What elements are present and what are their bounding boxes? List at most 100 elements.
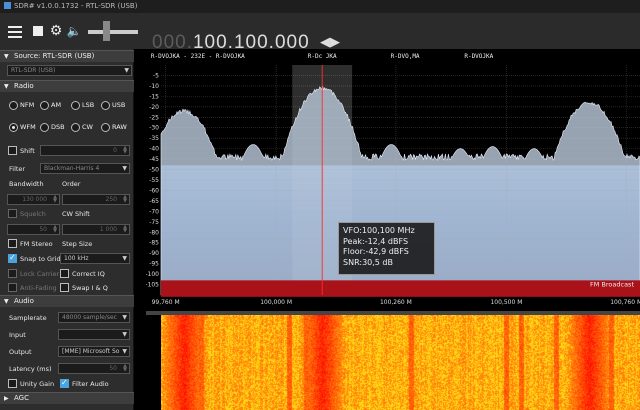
samplerate-select[interactable]: 48000 sample/sec ▼ <box>58 312 130 323</box>
spinner-icon: ▲ ▼ <box>123 145 127 155</box>
hamburger-icon[interactable] <box>7 23 23 39</box>
y-tick-label: -45 <box>149 156 159 163</box>
order-input[interactable]: 250 ▲ ▼ <box>62 194 130 205</box>
x-tick-label: 100,500 M <box>490 299 522 306</box>
bandwidth-input[interactable]: 130 000 ▲ ▼ <box>7 194 60 205</box>
spinner-icon: ▲ ▼ <box>123 224 127 234</box>
lock-carrier-label: Lock Carrier <box>20 270 60 278</box>
latency-input[interactable]: 50 ▲ ▼ <box>58 363 130 374</box>
volume-slider-thumb[interactable] <box>103 21 111 41</box>
filter-audio-label: Filter Audio <box>72 380 109 388</box>
x-tick-label: 100,760 M <box>610 299 640 306</box>
squelch-input[interactable]: 50 ▲ ▼ <box>7 224 60 235</box>
y-tick-label: -40 <box>149 146 159 153</box>
lock-carrier-checkbox[interactable] <box>8 269 17 278</box>
step-size-select[interactable]: 100 kHz ▼ <box>60 253 130 264</box>
audio-section-header[interactable]: ▼ Audio <box>0 295 134 307</box>
bandwidth-label: Bandwidth <box>9 180 44 188</box>
output-label: Output <box>9 348 32 356</box>
collapse-arrow-icon: ▼ <box>4 298 9 305</box>
y-tick-label: -55 <box>149 177 159 184</box>
y-tick-label: -65 <box>149 198 159 205</box>
x-tick-label: 100,260 M <box>380 299 412 306</box>
waterfall-display[interactable] <box>161 315 640 410</box>
mode-label-usb: USB <box>112 101 126 109</box>
volume-slider[interactable] <box>88 30 138 34</box>
y-tick-label: -105 <box>146 282 159 289</box>
squelch-checkbox[interactable] <box>8 209 17 218</box>
anti-fading-label: Anti-Fading <box>20 284 57 292</box>
source-section-header[interactable]: ▼ Source: RTL-SDR (USB) <box>0 50 134 62</box>
mode-radio-cw[interactable] <box>71 123 80 132</box>
fm-stereo-checkbox[interactable] <box>8 239 17 248</box>
mode-radio-dsb[interactable] <box>40 123 49 132</box>
latency-label: Latency (ms) <box>9 365 52 373</box>
x-tick-label: 99,760 M <box>152 299 180 306</box>
unity-gain-label: Unity Gain <box>20 380 55 388</box>
anti-fading-checkbox[interactable] <box>8 283 17 292</box>
input-label: Input <box>9 331 26 339</box>
output-select[interactable]: [MME] Microsoft So ▼ <box>58 346 130 357</box>
collapse-arrow-icon: ▼ <box>4 53 9 60</box>
band-plan-bar <box>161 280 640 297</box>
swap-iq-checkbox[interactable] <box>60 283 69 292</box>
stop-icon[interactable] <box>30 23 46 39</box>
chevron-down-icon: ▼ <box>122 331 127 338</box>
x-tick-label: 100,000 M <box>260 299 292 306</box>
app-logo-icon <box>4 2 11 9</box>
y-tick-label: -70 <box>149 208 159 215</box>
mode-label-wfm: WFM <box>20 123 36 131</box>
source-device-select[interactable]: RTL-SDR (USB) ▼ <box>7 65 132 76</box>
tooltip-peak: Peak:-12,4 dBFS <box>343 236 409 246</box>
mode-label-dsb: DSB <box>51 123 65 131</box>
station-label: R-DVOJKA <box>464 53 493 60</box>
mode-radio-am[interactable] <box>40 101 49 110</box>
y-tick-label: -60 <box>149 187 159 194</box>
spinner-icon: ▲ ▼ <box>123 363 127 373</box>
filter-audio-checkbox[interactable] <box>60 378 69 388</box>
sidebar: ▼ Source: RTL-SDR (USB) RTL-SDR (USB) ▼ ▼ R… <box>0 49 134 410</box>
cw-shift-input[interactable]: 1 000 ▲ ▼ <box>62 224 130 235</box>
samplerate-label: Samplerate <box>9 314 47 322</box>
shift-checkbox[interactable] <box>8 146 17 155</box>
y-tick-label: -15 <box>149 93 159 100</box>
toolbar: ⚙ 🔈 000.100.100.000 ◀▶ <box>0 13 640 53</box>
mode-radio-nfm[interactable] <box>9 101 18 110</box>
squelch-label: Squelch <box>20 210 46 218</box>
collapse-arrow-icon: ▶ <box>4 395 9 402</box>
spinner-icon: ▲ ▼ <box>53 224 57 234</box>
speaker-icon[interactable]: 🔈 <box>66 23 82 39</box>
input-select[interactable]: ▼ <box>58 329 130 340</box>
y-tick-label: -95 <box>149 261 159 268</box>
y-tick-label: -10 <box>149 83 159 90</box>
order-label: Order <box>62 180 81 188</box>
mode-radio-raw[interactable] <box>101 123 110 132</box>
y-tick-label: -30 <box>149 125 159 132</box>
cw-shift-label: CW Shift <box>62 210 90 218</box>
chevron-down-icon: ▼ <box>124 67 129 74</box>
shift-label: Shift <box>20 147 35 155</box>
tooltip-floor: Floor:-42,9 dBFS <box>343 247 409 256</box>
snap-to-grid-label: Snap to Grid <box>20 255 61 263</box>
fm-stereo-label: FM Stereo <box>20 240 53 248</box>
y-tick-label: -20 <box>149 104 159 111</box>
mode-label-nfm: NFM <box>20 101 35 109</box>
filter-select[interactable]: Blackman-Harris 4 ▼ <box>40 163 130 174</box>
tune-arrows-icon[interactable]: ◀▶ <box>320 35 340 50</box>
radio-section-header[interactable]: ▼ Radio <box>0 80 134 92</box>
unity-gain-checkbox[interactable] <box>8 379 17 388</box>
mode-label-raw: RAW <box>112 123 127 131</box>
agc-section-header[interactable]: ▶ AGC <box>0 392 134 404</box>
mode-radio-wfm[interactable] <box>9 123 18 132</box>
station-label: R-DVO,MA <box>391 53 420 60</box>
correct-iq-checkbox[interactable] <box>60 269 69 278</box>
chevron-down-icon: ▼ <box>122 314 127 321</box>
station-label: R-DVOJKA - 232E - R-DVOJKA <box>151 53 245 60</box>
gear-icon[interactable]: ⚙ <box>48 23 64 39</box>
shift-input[interactable]: 0 ▲ ▼ <box>40 145 130 156</box>
tooltip-snr: SNR:30,5 dB <box>343 257 393 267</box>
mode-radio-usb[interactable] <box>101 101 110 110</box>
mode-radio-lsb[interactable] <box>71 101 80 110</box>
snap-to-grid-checkbox[interactable] <box>8 253 17 263</box>
mode-label-lsb: LSB <box>82 101 95 109</box>
